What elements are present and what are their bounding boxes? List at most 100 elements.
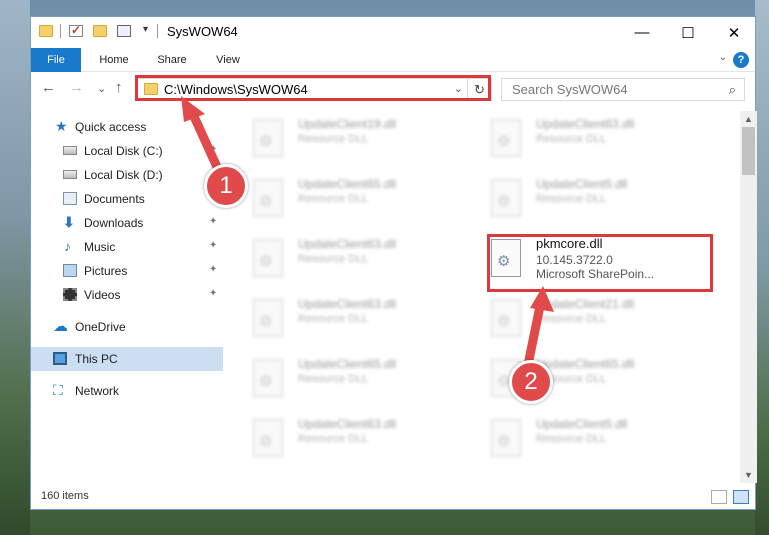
file-tile[interactable]: UpdateClient63.dll Resource DLL xyxy=(225,235,445,285)
network-icon: ⛶ xyxy=(53,382,63,398)
title-separator-2 xyxy=(157,24,158,38)
new-folder-icon[interactable] xyxy=(93,25,107,37)
sidebar-item-this-pc[interactable]: This PC xyxy=(31,347,223,371)
sidebar-item-videos[interactable]: Videos ✦ xyxy=(31,283,223,307)
desktop-wallpaper-left xyxy=(0,0,30,535)
drive-icon xyxy=(63,146,77,155)
recent-locations-button[interactable]: ⌄ xyxy=(97,82,106,95)
pin-icon[interactable]: ✦ xyxy=(209,240,217,251)
status-bar: 160 items xyxy=(31,485,755,509)
title-separator xyxy=(60,24,61,38)
pin-icon[interactable]: ✦ xyxy=(209,144,217,155)
file-description: Resource DLL xyxy=(298,193,369,205)
quick-access-toolbar-icon[interactable] xyxy=(117,25,131,37)
file-tile[interactable]: UpdateClient65.dll Resource DLL xyxy=(463,355,683,405)
tab-home[interactable]: Home xyxy=(89,48,139,72)
file-description: Resource DLL xyxy=(298,253,369,265)
scroll-up-icon[interactable]: ▲ xyxy=(740,111,757,127)
pin-icon[interactable]: ✦ xyxy=(209,264,217,275)
pin-icon[interactable]: ✦ xyxy=(209,288,217,299)
documents-icon xyxy=(63,192,77,205)
ribbon-expand-icon[interactable]: ⌄ xyxy=(719,52,727,63)
file-tile[interactable]: UpdateClient63.dll Resource DLL xyxy=(463,115,683,165)
search-icon[interactable]: ⌕ xyxy=(729,82,736,98)
search-box[interactable]: Search SysWOW64 ⌕ xyxy=(501,78,745,101)
help-icon[interactable]: ? xyxy=(733,52,749,68)
sidebar-item-local-disk-c[interactable]: Local Disk (C:) ✦ xyxy=(31,139,223,163)
dll-file-icon xyxy=(253,119,283,157)
file-name: UpdateClient21.dll xyxy=(536,297,635,311)
file-description: Resource DLL xyxy=(536,433,607,445)
file-description: Resource DLL xyxy=(298,133,369,145)
file-description: Resource DLL xyxy=(536,133,607,145)
step-1-badge: 1 xyxy=(204,164,248,208)
sidebar-item-label: Downloads xyxy=(84,216,144,230)
sidebar-item-documents[interactable]: Documents ✦ xyxy=(31,187,223,211)
dll-file-icon xyxy=(253,239,283,277)
file-list: UpdateClient19.dll Resource DLL UpdateCl… xyxy=(225,111,739,481)
pin-icon[interactable]: ✦ xyxy=(209,216,217,227)
file-description: Resource DLL xyxy=(536,193,607,205)
file-explorer-window: ▾ SysWOW64 — ☐ ✕ File Home Share View ⌄ … xyxy=(30,16,757,510)
sidebar-item-label: This PC xyxy=(75,352,118,366)
file-tile[interactable]: UpdateClient65.dll Resource DLL xyxy=(225,175,445,225)
file-name: UpdateClient19.dll xyxy=(298,117,397,131)
sidebar-item-label: Pictures xyxy=(84,264,128,278)
window-title: SysWOW64 xyxy=(167,24,238,39)
file-name: UpdateClient63.dll xyxy=(298,297,397,311)
sidebar-item-label: Quick access xyxy=(75,120,147,134)
sidebar-item-music[interactable]: ♪ Music ✦ xyxy=(31,235,223,259)
forward-button[interactable]: → xyxy=(69,79,84,96)
dll-file-icon xyxy=(253,359,283,397)
sidebar-item-downloads[interactable]: ⬇ Downloads ✦ xyxy=(31,211,223,235)
vertical-scrollbar[interactable]: ▲ ▼ xyxy=(740,111,757,483)
file-name: UpdateClient5.dll xyxy=(536,177,628,191)
file-tile[interactable]: UpdateClient21.dll Resource DLL xyxy=(463,295,683,345)
quick-access-dropdown-icon[interactable]: ▾ xyxy=(143,24,148,35)
file-name: UpdateClient65.dll xyxy=(536,357,635,371)
file-tile[interactable]: UpdateClient5.dll Resource DLL xyxy=(463,415,683,465)
download-icon: ⬇ xyxy=(63,214,75,230)
step-2-badge: 2 xyxy=(509,360,553,404)
address-highlight-box xyxy=(135,75,491,101)
music-icon: ♪ xyxy=(64,238,71,254)
details-view-icon[interactable] xyxy=(711,490,727,504)
sidebar-item-label: Local Disk (D:) xyxy=(84,168,163,182)
file-name: UpdateClient63.dll xyxy=(536,117,635,131)
pictures-icon xyxy=(63,264,77,277)
tab-file[interactable]: File xyxy=(31,48,81,72)
file-description: Resource DLL xyxy=(298,433,369,445)
file-tile[interactable]: UpdateClient63.dll Resource DLL xyxy=(225,415,445,465)
tab-view[interactable]: View xyxy=(203,48,253,72)
ribbon: File Home Share View ⌄ ? xyxy=(31,48,755,72)
tab-share[interactable]: Share xyxy=(147,48,197,72)
scroll-down-icon[interactable]: ▼ xyxy=(740,467,757,483)
dll-file-icon xyxy=(491,119,521,157)
maximize-button[interactable]: ☐ xyxy=(665,17,711,48)
sidebar-item-pictures[interactable]: Pictures ✦ xyxy=(31,259,223,283)
up-button[interactable]: ↑ xyxy=(115,79,123,96)
scrollbar-thumb[interactable] xyxy=(742,127,755,175)
sidebar-item-network[interactable]: ⛶ Network xyxy=(31,379,223,403)
title-bar: ▾ SysWOW64 — ☐ ✕ xyxy=(31,17,755,48)
file-tile[interactable]: UpdateClient5.dll Resource DLL xyxy=(463,175,683,225)
properties-check-icon[interactable] xyxy=(69,23,83,37)
videos-icon xyxy=(63,288,77,301)
sidebar-item-quick-access[interactable]: ★ Quick access xyxy=(31,115,223,139)
file-name: UpdateClient63.dll xyxy=(298,237,397,251)
file-tile[interactable]: UpdateClient63.dll Resource DLL xyxy=(225,295,445,345)
folder-icon xyxy=(39,25,53,37)
file-tile[interactable]: UpdateClient65.dll Resource DLL xyxy=(225,355,445,405)
close-button[interactable]: ✕ xyxy=(711,17,757,48)
tiles-view-icon[interactable] xyxy=(733,490,749,504)
file-name: UpdateClient65.dll xyxy=(298,177,397,191)
sidebar-item-local-disk-d[interactable]: Local Disk (D:) xyxy=(31,163,223,187)
file-tile[interactable]: UpdateClient19.dll Resource DLL xyxy=(225,115,445,165)
sidebar-item-label: Network xyxy=(75,384,120,398)
dll-file-icon xyxy=(253,419,283,457)
sidebar-item-onedrive[interactable]: ☁ OneDrive xyxy=(31,315,223,339)
back-button[interactable]: ← xyxy=(41,79,56,96)
file-description: Resource DLL xyxy=(536,313,607,325)
minimize-button[interactable]: — xyxy=(619,17,665,48)
search-input[interactable]: Search SysWOW64 xyxy=(512,82,628,97)
